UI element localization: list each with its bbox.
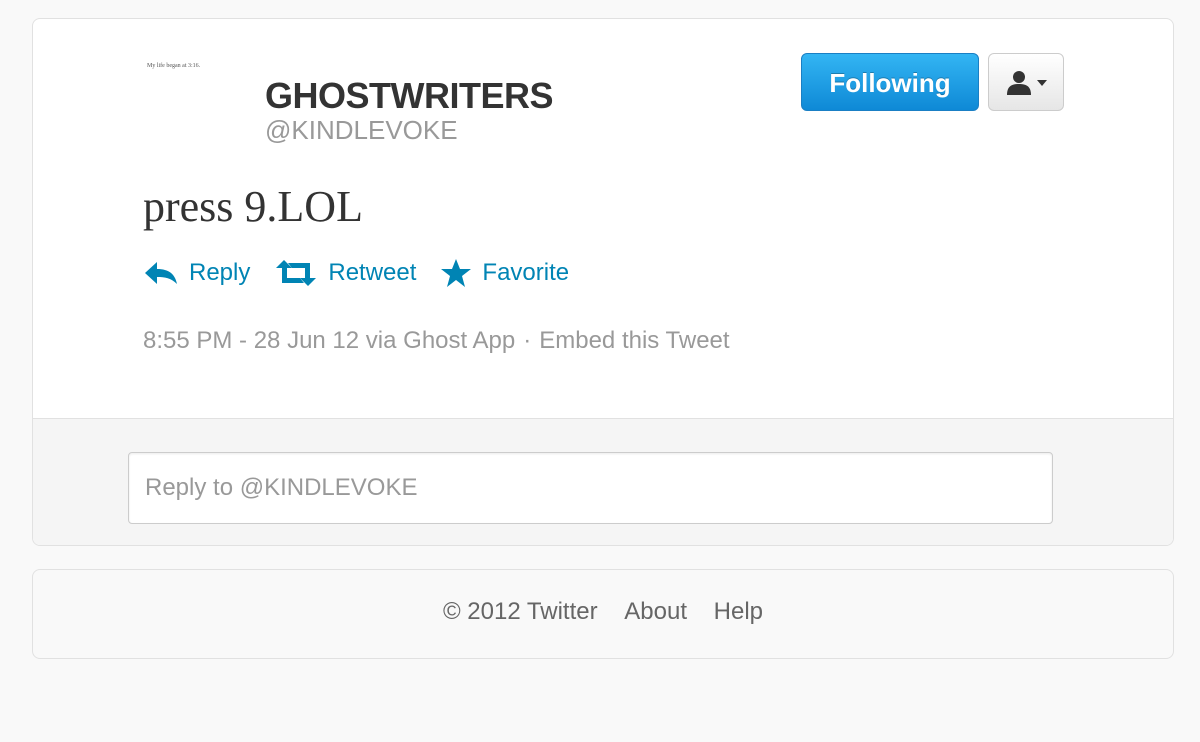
footer-link-about[interactable]: About <box>624 598 687 625</box>
screen-name[interactable]: @KINDLEVOKE <box>265 115 458 146</box>
avatar[interactable]: My life began at 3:16. <box>145 63 241 159</box>
reply-action[interactable]: Reply <box>143 259 250 287</box>
footer-link-help[interactable]: Help <box>714 598 763 625</box>
user-actions-dropdown-button[interactable] <box>988 53 1064 111</box>
meta-separator: · <box>523 327 532 354</box>
favorite-action[interactable]: Favorite <box>440 258 569 288</box>
reply-input[interactable] <box>128 452 1053 524</box>
footer: © 2012 Twitter About Help <box>32 569 1174 659</box>
tweet-meta: 8:55 PM - 28 Jun 12 via Ghost App · Embed … <box>143 327 730 355</box>
tweet-actions: Reply Retweet Favorite <box>143 255 593 291</box>
retweet-label: Retweet <box>328 259 417 286</box>
avatar-caption: My life began at 3:16. <box>147 63 201 69</box>
tweet-text: press 9.LOL <box>143 182 363 231</box>
copyright-text: © 2012 Twitter <box>442 598 598 625</box>
star-icon <box>440 258 472 288</box>
reply-arrow-icon <box>143 260 179 286</box>
retweet-action[interactable]: Retweet <box>274 259 416 287</box>
reply-area <box>33 418 1173 545</box>
favorite-label: Favorite <box>482 259 570 286</box>
following-button[interactable]: Following <box>801 53 979 111</box>
footer-links: © 2012 Twitter About Help <box>33 598 1173 626</box>
person-dropdown-icon <box>1007 71 1047 95</box>
tweet-timestamp[interactable]: 8:55 PM - 28 Jun 12 via Ghost App <box>143 327 515 354</box>
reply-label: Reply <box>189 259 251 286</box>
tweet-card: My life began at 3:16. GHOSTWRITERS @KIN… <box>32 18 1174 546</box>
retweet-icon <box>274 259 318 287</box>
display-name[interactable]: GHOSTWRITERS <box>265 75 554 117</box>
embed-tweet-link[interactable]: Embed this Tweet <box>539 327 729 354</box>
